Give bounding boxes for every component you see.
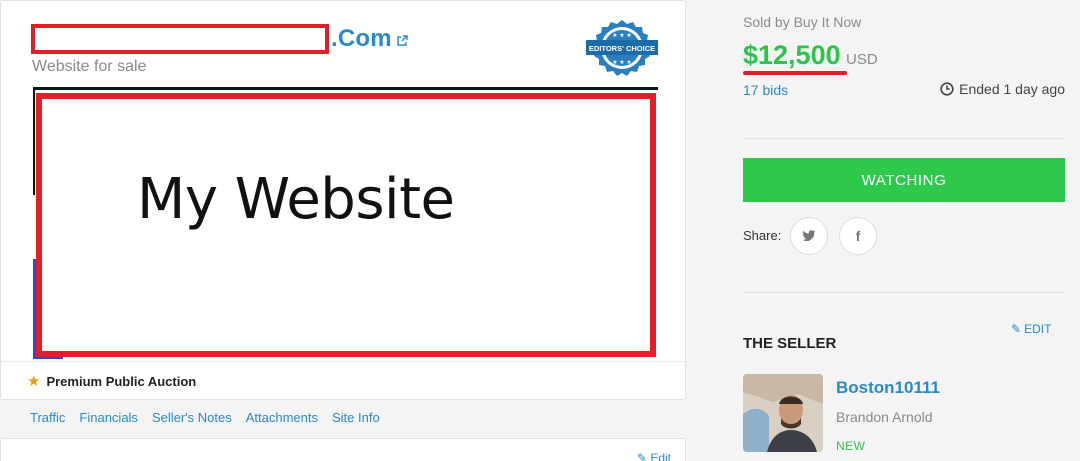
- tab-attachments[interactable]: Attachments: [246, 410, 318, 425]
- seller-edit-label: EDIT: [1024, 322, 1052, 336]
- tab-sellers-notes[interactable]: Seller's Notes: [152, 410, 232, 425]
- listing-subtitle: Website for sale: [32, 58, 147, 75]
- tab-traffic[interactable]: Traffic: [30, 410, 65, 425]
- auction-ended-status: Ended 1 day ago: [940, 81, 1065, 97]
- preview-left-border: [33, 87, 35, 195]
- twitter-share-button[interactable]: [790, 217, 828, 255]
- badge-text: EDITORS' CHOICE: [589, 44, 655, 53]
- price-underline-annotation: [743, 71, 847, 75]
- divider: [743, 292, 1065, 293]
- pencil-icon: ✎: [636, 451, 647, 461]
- share-label: Share:: [743, 228, 782, 243]
- seller-edit-link[interactable]: ✎ EDIT: [1011, 322, 1051, 336]
- facebook-icon: f: [855, 228, 861, 244]
- listing-title: .Com: [31, 23, 408, 55]
- avatar[interactable]: [743, 374, 823, 452]
- seller-full-name: Brandon Arnold: [836, 409, 933, 425]
- price-currency: USD: [846, 51, 878, 68]
- editors-choice-badge-icon: EDITORS' CHOICE ★ ★ ★ ★ ★ ★: [586, 20, 658, 76]
- redacted-domain-name: [31, 24, 329, 54]
- preview-top-border: [33, 87, 658, 90]
- auction-type-label: Premium Public Auction: [46, 373, 197, 389]
- lower-edit-label: Edit: [650, 451, 671, 461]
- listing-tabs: Traffic Financials Seller's Notes Attach…: [30, 410, 380, 425]
- seller-username[interactable]: Boston10111: [836, 378, 940, 398]
- star-icon: ★: [27, 373, 41, 390]
- lower-card: ✎ Edit: [0, 438, 686, 461]
- website-preview-image[interactable]: My Website: [33, 87, 658, 359]
- tab-financials[interactable]: Financials: [79, 410, 138, 425]
- divider: [743, 138, 1065, 139]
- clock-icon: [940, 82, 954, 96]
- pencil-icon: ✎: [1011, 322, 1022, 336]
- facebook-share-button[interactable]: f: [839, 217, 877, 255]
- preview-heading: My Website: [137, 167, 455, 232]
- ended-text: Ended 1 day ago: [959, 81, 1065, 97]
- watching-button[interactable]: WATCHING: [743, 158, 1065, 202]
- sale-price: $12,500: [743, 40, 841, 70]
- seller-status-badge: NEW: [836, 439, 866, 453]
- lower-edit-link[interactable]: ✎ Edit: [637, 451, 671, 461]
- twitter-icon: [802, 230, 816, 241]
- bids-link[interactable]: 17 bids: [743, 82, 788, 98]
- sold-by-text: Sold by Buy It Now: [743, 14, 862, 30]
- listing-card: .Com Website for sale EDITORS' CHOICE ★ …: [0, 0, 686, 400]
- tab-site-info[interactable]: Site Info: [332, 410, 380, 425]
- svg-text:★ ★ ★: ★ ★ ★: [612, 32, 631, 39]
- seller-heading: THE SELLER: [743, 335, 837, 352]
- seller-photo: [743, 374, 823, 452]
- auction-type-strip: ★ Premium Public Auction: [1, 361, 685, 400]
- external-link-icon[interactable]: [396, 35, 408, 47]
- svg-text:★ ★ ★: ★ ★ ★: [612, 59, 631, 66]
- domain-suffix[interactable]: .Com: [331, 25, 392, 53]
